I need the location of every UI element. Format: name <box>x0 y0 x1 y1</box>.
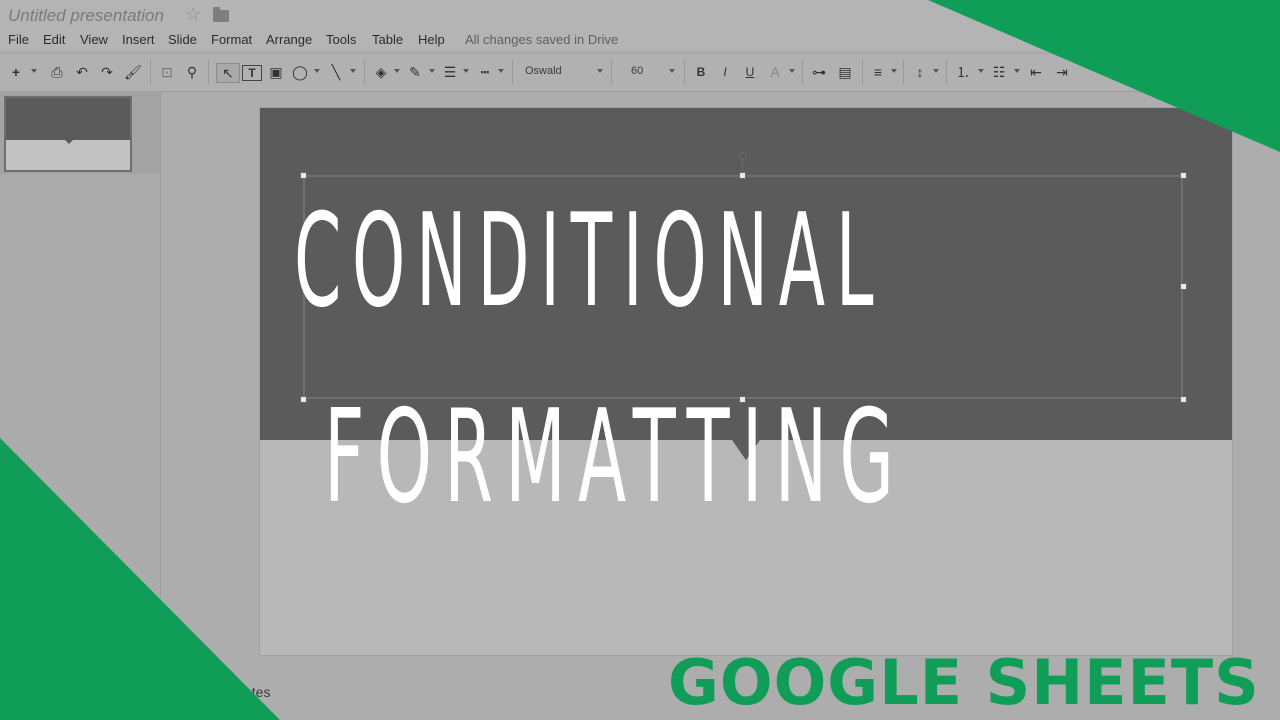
brand-title: GOOGLE SHEETS <box>668 646 1260 719</box>
headline-line-2[interactable]: FORMATTING <box>324 383 906 532</box>
resize-handle-sw[interactable] <box>300 396 307 403</box>
resize-handle-nw[interactable] <box>300 172 307 179</box>
resize-handle-se[interactable] <box>1180 396 1187 403</box>
resize-handle-n[interactable] <box>739 172 746 179</box>
green-corner-top-right <box>928 0 1280 152</box>
resize-handle-e[interactable] <box>1180 283 1187 290</box>
headline-line-1[interactable]: CONDITIONAL <box>294 187 884 336</box>
green-corner-bottom-left <box>0 438 280 720</box>
resize-handle-ne[interactable] <box>1180 172 1187 179</box>
